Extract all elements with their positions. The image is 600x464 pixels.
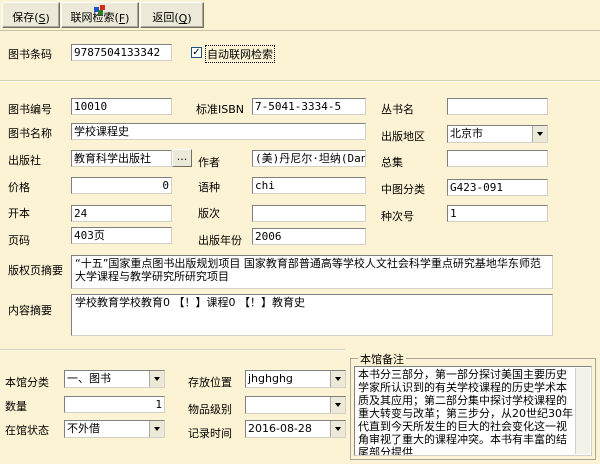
online-search-button[interactable]: 联网检索(F) <box>61 2 139 28</box>
chevron-down-icon[interactable] <box>532 126 547 142</box>
pages-label: 页码 <box>8 234 30 247</box>
section-divider-bottom <box>0 349 345 351</box>
record-time-value: 2016-08-28 <box>248 422 312 435</box>
notes-scrollbar[interactable] <box>575 368 590 454</box>
chevron-down-icon[interactable] <box>149 371 164 387</box>
content-abstract-textarea[interactable]: 学校教育学校教育0 【！】课程0 【！】教育史 <box>71 294 553 336</box>
publisher-label: 出版社 <box>8 154 41 167</box>
pub-year-label: 出版年份 <box>198 234 242 247</box>
notes-textarea[interactable]: 本书分三部分，第一部分探讨美国主要历史学家所认识到的有关学校课程的历史学术本质及… <box>354 366 592 456</box>
online-search-key: F <box>118 12 126 25</box>
publisher-input[interactable]: 教育科学出版社 <box>71 150 172 167</box>
copy-no-label: 种次号 <box>381 210 414 223</box>
region-label: 出版地区 <box>381 130 425 143</box>
notes-text: 本书分三部分，第一部分探讨美国主要历史学家所认识到的有关学校课程的历史学术本质及… <box>358 368 573 456</box>
toolbar-divider <box>0 30 600 31</box>
chevron-down-icon[interactable] <box>330 371 345 387</box>
category-select[interactable]: 一、图书 <box>64 370 165 388</box>
record-time-label: 记录时间 <box>188 427 232 440</box>
content-abstract-label: 内容摘要 <box>8 304 52 317</box>
pub-year-input[interactable]: 2006 <box>252 228 366 245</box>
auto-search-label: 自动联网检索 <box>205 45 275 63</box>
author-input[interactable]: (美)丹尼尔·坦纳(Dan <box>252 150 366 167</box>
category-label: 本馆分类 <box>5 376 49 389</box>
language-input[interactable]: chi <box>252 177 366 194</box>
copyright-abstract-textarea[interactable]: “十五”国家重点图书出版规划项目 国家教育部普通高等学校人文社会科学重点研究基地… <box>71 255 553 289</box>
title-input[interactable]: 学校课程史 <box>71 123 366 140</box>
barcode-input[interactable]: 9787504133342 <box>71 44 172 61</box>
title-label: 图书名称 <box>8 127 52 140</box>
location-value: jhghghg <box>248 372 293 385</box>
quantity-label: 数量 <box>5 400 27 413</box>
edition-label: 版次 <box>198 207 220 220</box>
isbn-input[interactable]: 7-5041-3334-5 <box>252 98 366 115</box>
price-label: 价格 <box>8 181 30 194</box>
status-select[interactable]: 不外借 <box>64 420 165 438</box>
edition-input[interactable] <box>252 205 366 222</box>
chevron-down-icon[interactable] <box>330 421 345 437</box>
copy-no-input[interactable]: 1 <box>447 205 548 222</box>
publisher-browse-button[interactable]: ... <box>172 149 192 167</box>
pages-input[interactable]: 403页 <box>71 227 172 244</box>
collection-input[interactable] <box>447 150 548 167</box>
back-button-label: 返回( <box>152 11 179 24</box>
format-input[interactable]: 24 <box>71 205 172 222</box>
author-label: 作者 <box>198 156 220 169</box>
notes-label: 本馆备注 <box>358 351 406 367</box>
region-select[interactable]: 北京市 <box>447 125 548 143</box>
category-value: 一、图书 <box>67 372 111 385</box>
price-input[interactable]: 0 <box>71 177 172 194</box>
back-button-key: Q <box>178 12 188 25</box>
save-button-label: 保存( <box>12 11 39 24</box>
chevron-down-icon[interactable] <box>149 421 164 437</box>
language-label: 语种 <box>198 181 220 194</box>
status-label: 在馆状态 <box>5 424 49 437</box>
isbn-label: 标准ISBN <box>196 103 245 116</box>
location-label: 存放位置 <box>188 376 232 389</box>
clc-label: 中图分类 <box>381 183 425 196</box>
collection-label: 总集 <box>381 156 403 169</box>
toolbar: 保存(S) 联网检索(F) 返回(Q) <box>0 0 600 30</box>
clc-input[interactable]: G423-091 <box>447 179 548 196</box>
auto-search-checkbox[interactable]: ✓ <box>191 47 202 58</box>
level-select[interactable] <box>245 396 346 414</box>
record-time-picker[interactable]: 2016-08-28 <box>245 420 346 438</box>
online-search-icon <box>94 5 105 15</box>
barcode-label: 图书条码 <box>8 48 52 61</box>
format-label: 开本 <box>8 207 30 220</box>
quantity-input[interactable]: 1 <box>64 396 165 413</box>
status-value: 不外借 <box>67 422 100 435</box>
section-divider <box>0 80 600 82</box>
level-label: 物品级别 <box>188 403 232 416</box>
location-select[interactable]: jhghghg <box>245 370 346 388</box>
book-no-label: 图书编号 <box>8 103 52 116</box>
book-no-input[interactable]: 10010 <box>71 98 172 115</box>
back-button[interactable]: 返回(Q) <box>140 2 204 28</box>
save-button[interactable]: 保存(S) <box>2 2 60 28</box>
save-button-key: S <box>38 12 46 25</box>
series-label: 丛书名 <box>381 103 414 116</box>
region-value: 北京市 <box>450 127 483 140</box>
series-input[interactable] <box>447 98 548 115</box>
copyright-abstract-label: 版权页摘要 <box>8 264 63 277</box>
chevron-down-icon[interactable] <box>330 397 345 413</box>
